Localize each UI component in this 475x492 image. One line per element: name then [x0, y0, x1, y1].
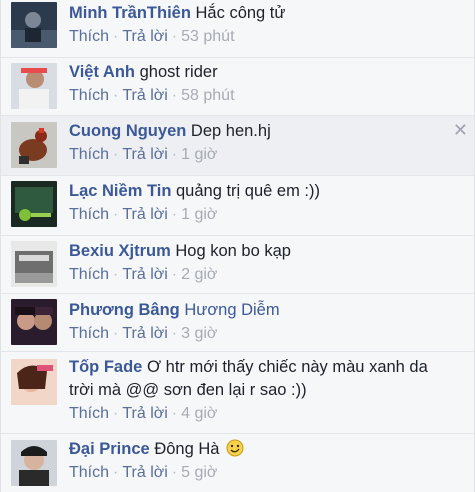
comment-text: ghost rider	[139, 63, 218, 81]
reply-link[interactable]: Trả lời	[122, 87, 167, 104]
reply-link[interactable]: Trả lời	[122, 464, 167, 481]
comment-text: Đông Hà	[154, 440, 220, 458]
like-link[interactable]: Thích	[69, 464, 109, 481]
comment-timestamp[interactable]: 58 phút	[181, 87, 234, 104]
separator: ·	[113, 405, 119, 422]
comment-item: Tốp Fade Ơ htr mới thấy chiếc này màu xa…	[1, 352, 474, 434]
comment-text: quảng trị quê em :))	[176, 182, 320, 200]
separator: ·	[171, 146, 178, 163]
comment-author-link[interactable]: Minh TrầnThiên	[69, 4, 191, 22]
comment-timestamp[interactable]: 2 giờ	[181, 266, 217, 283]
like-link[interactable]: Thích	[69, 28, 109, 45]
avatar[interactable]	[11, 359, 57, 405]
separator: ·	[171, 87, 178, 104]
separator: ·	[171, 206, 178, 223]
like-link[interactable]: Thích	[69, 325, 109, 342]
reply-link[interactable]: Trả lời	[122, 206, 167, 223]
separator: ·	[171, 464, 178, 481]
comment-item: Việt Anh ghost rider Thích · Trả lời · 58 ph…	[1, 58, 474, 116]
comment-item: Minh TrầnThiên Hắc công tử Thích · Trả lời…	[1, 0, 474, 58]
comment-author-link[interactable]: Tốp Fade	[69, 358, 142, 376]
comment-author-link[interactable]: Bexiu Xjtrum	[69, 242, 171, 260]
comment-author-link[interactable]: Việt Anh	[69, 63, 135, 81]
separator: ·	[113, 206, 119, 223]
avatar[interactable]	[11, 63, 57, 109]
comment-item: Đại Prince Đông Hà Thích · Trả lời · 5 giờ	[1, 434, 474, 492]
comment-timestamp[interactable]: 53 phút	[181, 28, 234, 45]
avatar[interactable]	[11, 2, 57, 48]
comment-item: Cuong Nguyen Dep hen.hj Thích · Trả lời · 1 …	[1, 116, 474, 176]
like-link[interactable]: Thích	[69, 206, 109, 223]
reply-link[interactable]: Trả lời	[122, 146, 167, 163]
separator: ·	[113, 464, 119, 481]
separator: ·	[113, 325, 119, 342]
like-link[interactable]: Thích	[69, 405, 109, 422]
like-link[interactable]: Thích	[69, 87, 109, 104]
reply-link[interactable]: Trả lời	[122, 28, 167, 45]
comment-timestamp[interactable]: 1 giờ	[181, 146, 217, 163]
comment-text: Hương Diễm	[184, 301, 280, 319]
comment-item: Phương Bâng Hương Diễm Thích · Trả lời · 3 g…	[1, 294, 474, 352]
reply-link[interactable]: Trả lời	[122, 266, 167, 283]
separator: ·	[113, 266, 119, 283]
comment-timestamp[interactable]: 1 giờ	[181, 206, 217, 223]
avatar[interactable]	[11, 440, 57, 486]
avatar[interactable]	[11, 241, 57, 287]
comment-text: Dep hen.hj	[190, 122, 271, 140]
comment-timestamp[interactable]: 4 giờ	[181, 405, 217, 422]
comment-author-link[interactable]: Lạc Niềm Tin	[69, 182, 171, 200]
comment-author-link[interactable]: Đại Prince	[69, 440, 150, 458]
comment-timestamp[interactable]: 5 giờ	[181, 464, 217, 481]
like-link[interactable]: Thích	[69, 266, 109, 283]
comment-text: Hắc công tử	[195, 4, 286, 22]
separator: ·	[171, 325, 178, 342]
separator: ·	[171, 28, 178, 45]
close-icon[interactable]: ✕	[453, 120, 468, 141]
separator: ·	[171, 405, 178, 422]
comment-item: Bexiu Xjtrum Hog kon bo kạp Thích · Trả lờ…	[1, 236, 474, 294]
comment-author-link[interactable]: Cuong Nguyen	[69, 122, 186, 140]
separator: ·	[113, 28, 119, 45]
comment-author-link[interactable]: Phương Bâng	[69, 301, 180, 319]
reply-link[interactable]: Trả lời	[122, 325, 167, 342]
avatar[interactable]	[11, 299, 57, 345]
emoji-icon	[226, 439, 244, 457]
comment-timestamp[interactable]: 3 giờ	[181, 325, 217, 342]
separator: ·	[171, 266, 178, 283]
comment-item: Lạc Niềm Tin quảng trị quê em :)) Thích ·…	[1, 176, 474, 236]
comment-list: Minh TrầnThiên Hắc công tử Thích · Trả lời…	[0, 0, 475, 492]
reply-link[interactable]: Trả lời	[122, 405, 167, 422]
separator: ·	[113, 87, 119, 104]
avatar[interactable]	[11, 122, 57, 168]
avatar[interactable]	[11, 181, 57, 227]
separator: ·	[113, 146, 119, 163]
comment-text: Hog kon bo kạp	[175, 242, 291, 260]
like-link[interactable]: Thích	[69, 146, 109, 163]
